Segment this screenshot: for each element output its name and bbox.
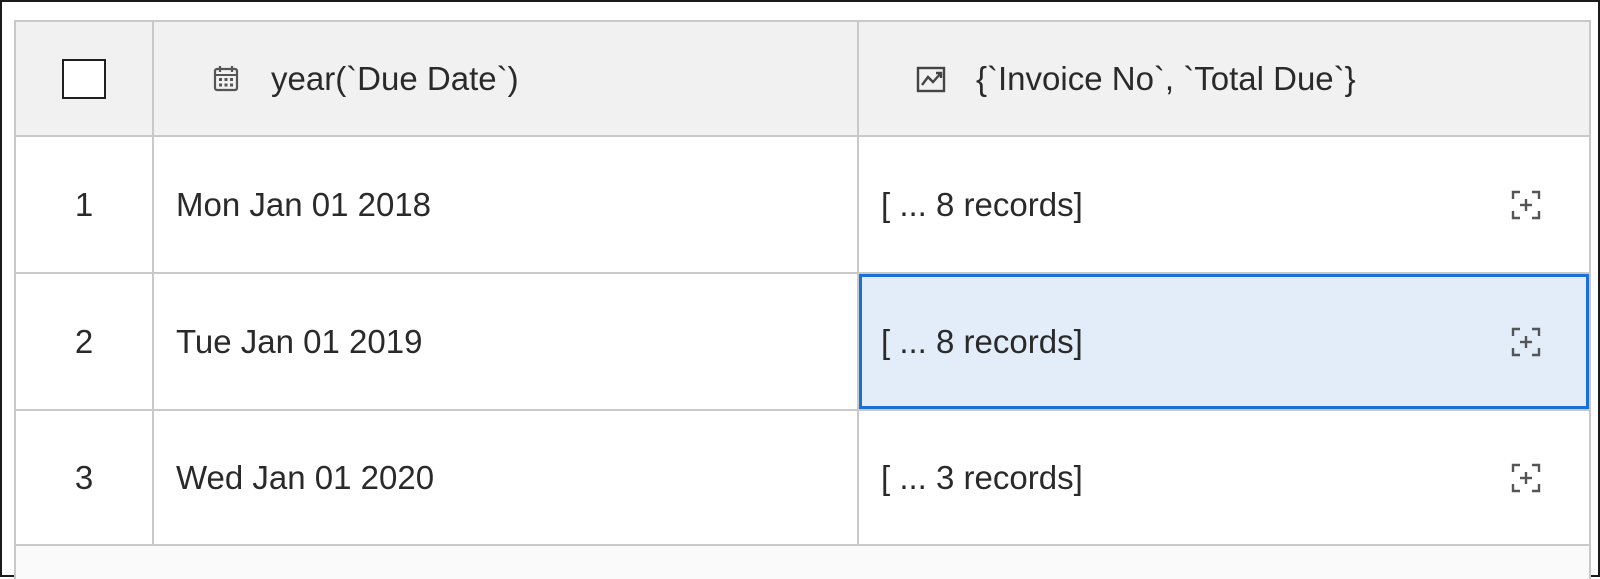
column-header-label: {`Invoice No`, `Total Due`} [976, 59, 1356, 97]
records-cell[interactable]: [ ... 8 records] [859, 137, 1589, 272]
date-value: Wed Jan 01 2020 [176, 458, 435, 496]
expand-icon[interactable] [1509, 325, 1543, 359]
table-row: 1 Mon Jan 01 2018 [ ... 8 records] [16, 137, 1589, 274]
table-row: 2 Tue Jan 01 2019 [ ... 8 records] [16, 274, 1589, 411]
records-cell[interactable]: [ ... 3 records] [859, 411, 1589, 544]
records-value: [ ... 8 records] [881, 322, 1083, 360]
table-header: year(`Due Date`) {`Invoice No`, `Total D… [16, 22, 1589, 137]
window-frame: year(`Due Date`) {`Invoice No`, `Total D… [0, 0, 1600, 579]
select-all-checkbox[interactable] [62, 58, 106, 99]
column-header-invoice-total[interactable]: {`Invoice No`, `Total Due`} [859, 22, 1589, 135]
date-cell[interactable]: Wed Jan 01 2020 [154, 411, 859, 544]
column-header-due-date[interactable]: year(`Due Date`) [154, 22, 859, 135]
row-index: 1 [16, 137, 154, 272]
row-index-label: 3 [74, 458, 94, 496]
records-value: [ ... 3 records] [881, 458, 1083, 496]
column-header-label: year(`Due Date`) [271, 59, 519, 97]
date-value: Tue Jan 01 2019 [176, 322, 423, 360]
chart-icon [916, 66, 946, 92]
row-index-label: 2 [74, 322, 94, 360]
calendar-icon [213, 65, 239, 91]
row-index-label: 1 [74, 185, 94, 223]
date-value: Mon Jan 01 2018 [176, 185, 432, 223]
date-cell[interactable]: Mon Jan 01 2018 [154, 137, 859, 272]
expand-icon[interactable] [1509, 461, 1543, 495]
records-cell-selected[interactable]: [ ... 8 records] [859, 274, 1589, 409]
expand-icon[interactable] [1509, 188, 1543, 222]
records-value: [ ... 8 records] [881, 185, 1083, 223]
table-row: 3 Wed Jan 01 2020 [ ... 3 records] [16, 411, 1589, 546]
row-index: 3 [16, 411, 154, 544]
header-select-cell [16, 22, 154, 135]
data-table: year(`Due Date`) {`Invoice No`, `Total D… [14, 20, 1591, 579]
date-cell[interactable]: Tue Jan 01 2019 [154, 274, 859, 409]
row-index: 2 [16, 274, 154, 409]
